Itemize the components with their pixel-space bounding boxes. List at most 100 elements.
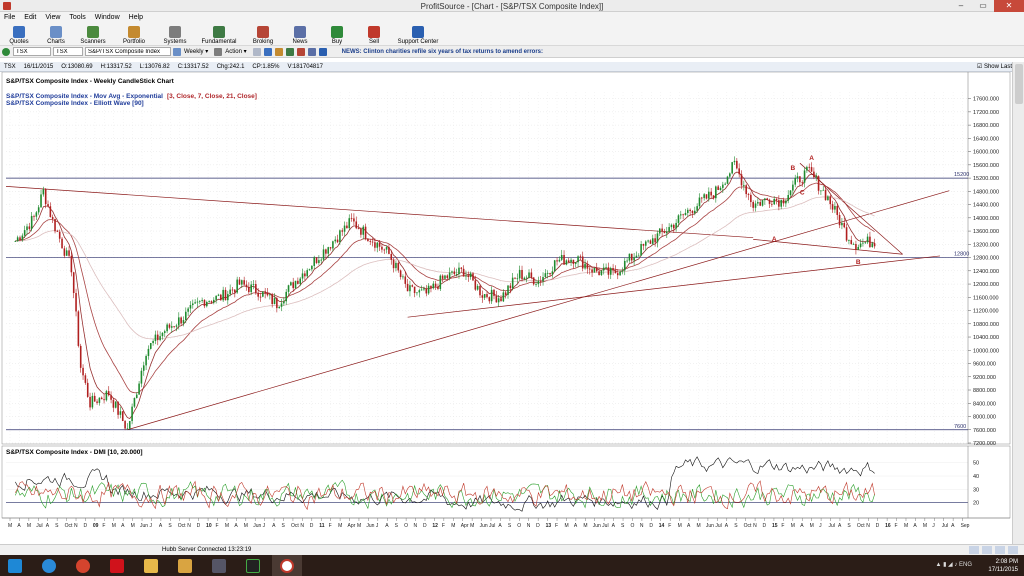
- candle-body: [241, 280, 243, 285]
- date-tick-label: A: [498, 523, 502, 529]
- date-tick-label: Oct: [178, 523, 186, 529]
- toolbar-button-broking[interactable]: Broking: [248, 26, 278, 45]
- candle-body: [248, 286, 250, 293]
- date-tick-label: Apr: [348, 523, 356, 529]
- price-tick-label: 8000.000: [973, 415, 996, 421]
- toolbar-button-portfolio[interactable]: Portfolio: [115, 26, 153, 45]
- candle-body: [873, 243, 876, 247]
- date-tick-label: D: [83, 523, 87, 529]
- toolbar-button-scanners[interactable]: Scanners: [78, 26, 108, 45]
- toolbar-label: News: [292, 39, 308, 45]
- period-select[interactable]: Weekly ▾: [173, 47, 208, 56]
- taskbar-explorer[interactable]: [136, 555, 166, 576]
- taskbar-profitsource[interactable]: [272, 555, 302, 576]
- candle-body: [757, 202, 759, 204]
- menu-help[interactable]: Help: [129, 14, 143, 21]
- candle-body: [670, 224, 673, 228]
- minimize-button[interactable]: –: [950, 0, 972, 12]
- candle-body: [493, 289, 495, 296]
- candle-body: [682, 214, 684, 216]
- zoom-icon[interactable]: [263, 47, 272, 56]
- toolbar-button-charts[interactable]: Charts: [41, 26, 71, 45]
- date-tick-label: F: [668, 523, 671, 529]
- date-tick-label: F: [781, 523, 784, 529]
- layout-icon[interactable]: [995, 546, 1005, 554]
- candle-body: [222, 289, 224, 301]
- indicator-icon[interactable]: [285, 47, 294, 56]
- calendar-icon: [173, 47, 181, 56]
- candle-body: [395, 262, 397, 269]
- candle-body: [458, 267, 460, 274]
- candle-body: [367, 238, 369, 242]
- draw-icon[interactable]: [274, 47, 283, 56]
- candle-body: [427, 285, 430, 294]
- candle-body: [306, 270, 309, 277]
- news-ticker[interactable]: NEWS: Clinton charities refile six years…: [342, 49, 543, 55]
- candle-body: [343, 225, 346, 232]
- candle-body: [785, 200, 787, 204]
- candle-body: [266, 293, 269, 296]
- security-name-field[interactable]: [85, 47, 171, 56]
- scroll-thumb[interactable]: [1015, 64, 1023, 104]
- vertical-scrollbar[interactable]: [1012, 62, 1024, 544]
- menu-edit[interactable]: Edit: [24, 14, 36, 21]
- date-tick-label: M: [451, 523, 455, 529]
- candle-body: [194, 302, 196, 304]
- print-icon[interactable]: [307, 47, 316, 56]
- candle-body: [719, 187, 722, 190]
- candle-body: [474, 280, 477, 290]
- price-tick-label: 14000.000: [973, 216, 999, 222]
- candle-body: [117, 401, 119, 415]
- candle-body: [726, 176, 729, 184]
- date-tick-label: N: [753, 523, 757, 529]
- toolbar-button-systems[interactable]: Systems: [160, 26, 190, 45]
- help-icon[interactable]: [318, 47, 327, 56]
- menu-tools[interactable]: Tools: [69, 14, 85, 21]
- price-chart-svg[interactable]: 17600.000 17200.000 16800.000 16400.000 1600…: [0, 72, 1012, 544]
- taskbar-files[interactable]: [170, 555, 200, 576]
- maximize-button[interactable]: ▭: [972, 0, 994, 12]
- chart-area[interactable]: 17600.000 17200.000 16800.000 16400.000 1600…: [0, 72, 1012, 544]
- candle-body: [376, 242, 379, 248]
- tray-icons[interactable]: ▲ ▮ ◢ ♪ ENG: [935, 561, 972, 568]
- toolbar-button-news[interactable]: News: [285, 26, 315, 45]
- candle-body: [56, 231, 59, 233]
- layout-icon[interactable]: [1008, 546, 1018, 554]
- candle-body: [642, 243, 645, 246]
- taskbar-k[interactable]: [102, 555, 132, 576]
- candle-body: [820, 190, 822, 192]
- candle-body: [528, 272, 530, 278]
- candle-body: [262, 291, 264, 297]
- crosshair-icon[interactable]: [252, 47, 261, 56]
- clock[interactable]: 2:08 PM 17/11/2015: [988, 558, 1018, 574]
- toolbar-button-sell[interactable]: Sell: [359, 26, 389, 45]
- toolbar-button-buy[interactable]: Buy: [322, 26, 352, 45]
- close-button[interactable]: ✕: [994, 0, 1024, 12]
- candle-body: [665, 231, 668, 234]
- layout-icon[interactable]: [969, 546, 979, 554]
- taskbar-terminal[interactable]: [238, 555, 268, 576]
- price-tick-label: 8800.000: [973, 388, 996, 394]
- candle-body: [283, 301, 285, 304]
- toolbar-button-support-center[interactable]: Support Center: [396, 26, 440, 45]
- menu-file[interactable]: File: [4, 14, 15, 21]
- toolbar-label: Quotes: [9, 39, 29, 45]
- go-icon[interactable]: [2, 47, 10, 56]
- taskbar-ie[interactable]: [34, 555, 64, 576]
- template-icon[interactable]: [296, 47, 305, 56]
- exchange-input[interactable]: [53, 47, 83, 56]
- candle-body: [332, 241, 334, 249]
- menu-window[interactable]: Window: [95, 14, 120, 21]
- candle-body: [304, 273, 306, 277]
- menu-view[interactable]: View: [45, 14, 60, 21]
- sell-icon: [368, 26, 380, 38]
- taskbar-chrome[interactable]: [68, 555, 98, 576]
- toolbar-button-fundamental[interactable]: Fundamental: [197, 26, 241, 45]
- taskbar-app[interactable]: [204, 555, 234, 576]
- action-menu[interactable]: Action ▾: [214, 47, 247, 56]
- symbol-input[interactable]: [13, 47, 51, 56]
- toolbar-button-quotes[interactable]: Quotes: [4, 26, 34, 45]
- candle-body: [82, 367, 84, 376]
- layout-icon[interactable]: [982, 546, 992, 554]
- start-button[interactable]: [0, 555, 30, 576]
